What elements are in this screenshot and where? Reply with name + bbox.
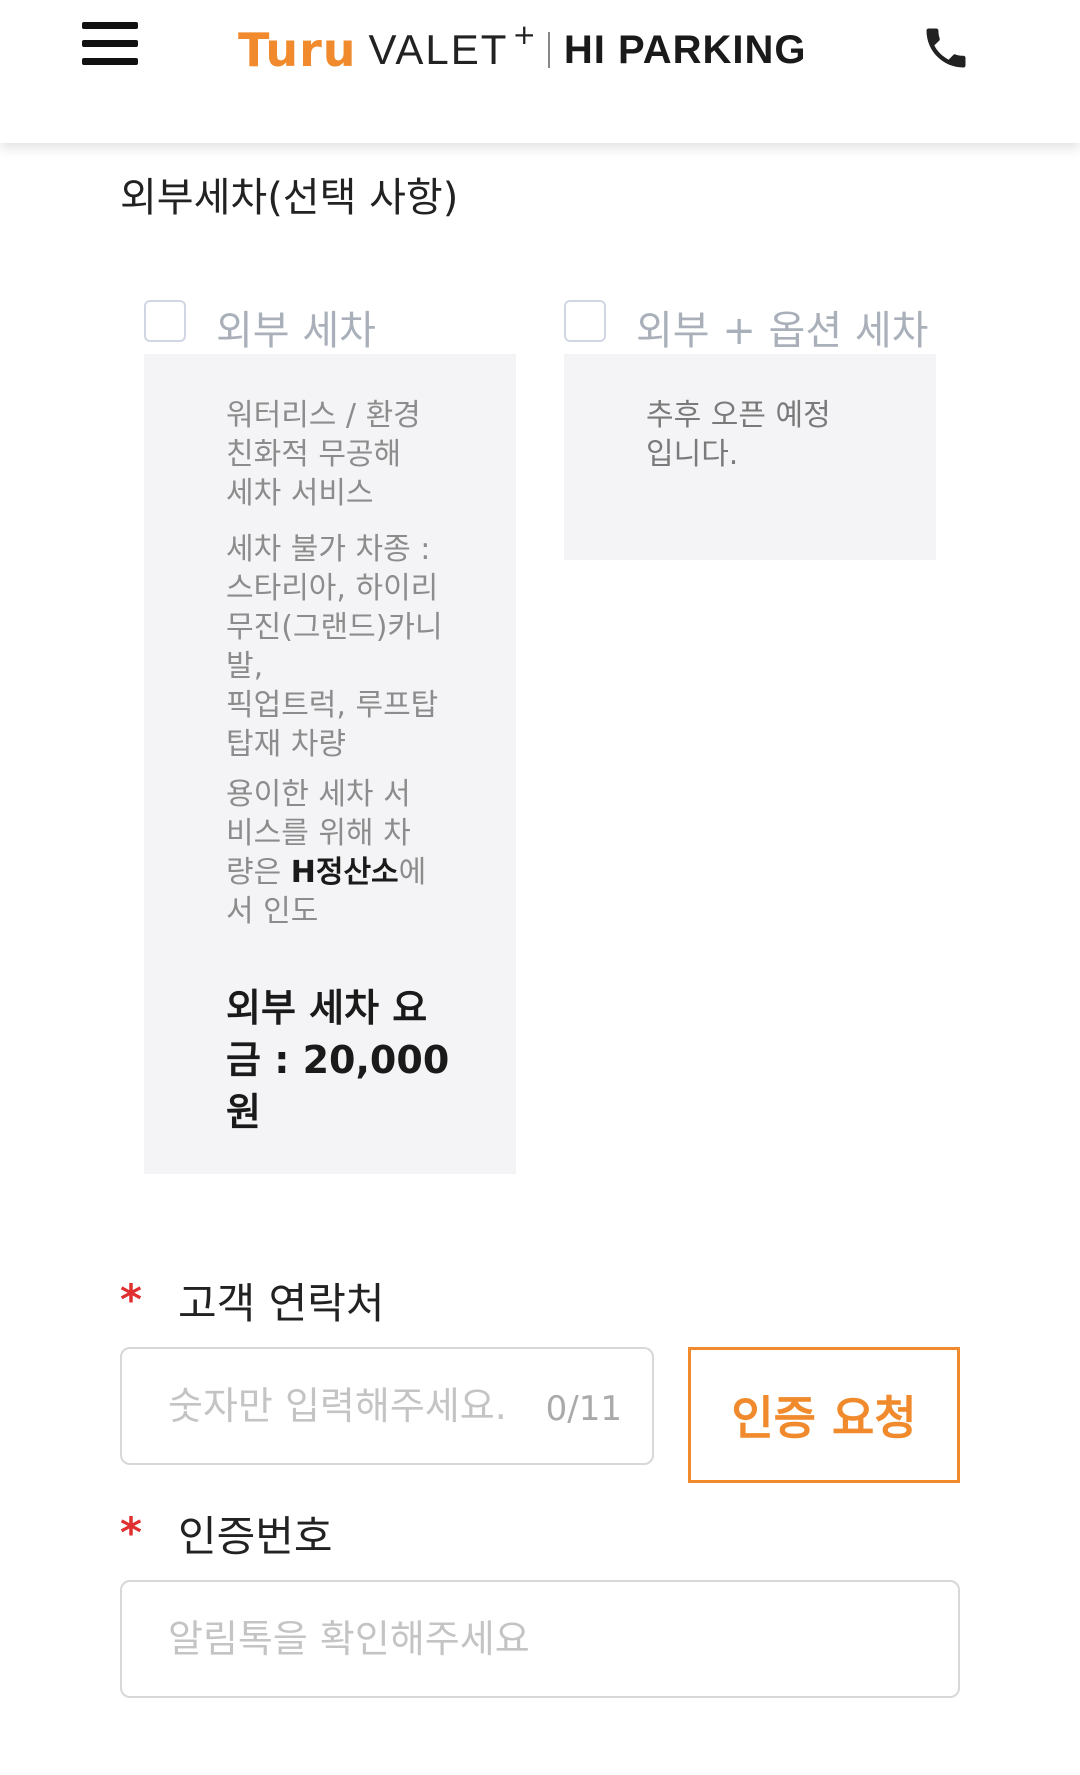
price-line: 외부 세차 요 xyxy=(226,986,428,1030)
brand-divider xyxy=(547,32,550,68)
card-desc-line: 워터리스 / 환경 xyxy=(226,398,421,433)
hamburger-menu-icon[interactable] xyxy=(80,22,140,72)
note-highlight: H정산소 xyxy=(290,855,399,890)
code-field-label: 인증번호 xyxy=(178,1512,333,1561)
phone-input-box: 0/11 xyxy=(120,1347,654,1465)
option-exterior-plus-wash-checkbox[interactable] xyxy=(564,300,606,342)
card-desc-line: 세차 서비스 xyxy=(226,476,374,511)
card-desc-line: 탑재 차량 xyxy=(226,727,346,762)
card-desc-block: 워터리스 / 환경 친화적 무공해 세차 서비스 xyxy=(226,396,421,513)
card-desc-line: 입니다. xyxy=(646,437,739,472)
card-desc-line: 추후 오픈 예정 xyxy=(646,398,831,433)
brand-valet: VALET xyxy=(368,26,509,73)
option-exterior-wash-checkbox[interactable] xyxy=(144,300,186,342)
card-desc-line: 비스를 위해 차 xyxy=(226,816,411,851)
card-desc-line: 스타리아, 하이리 xyxy=(226,571,439,606)
card-desc-line: 픽업트럭, 루프탑 xyxy=(226,688,439,723)
card-desc-line: 용이한 세차 서 xyxy=(226,777,411,812)
section-title: 외부세차(선택 사항) xyxy=(120,175,459,221)
brand-hiparking: HI PARKING xyxy=(563,27,807,72)
brand-logo[interactable]: Turu VALET + HI PARKING xyxy=(238,18,807,82)
brand-turu: Turu xyxy=(238,23,357,77)
verification-code-input[interactable] xyxy=(122,1582,958,1696)
card-desc-block: 추후 오픈 예정 입니다. xyxy=(646,396,831,474)
card-desc-line: 량은 H정산소에 xyxy=(226,853,426,892)
card-desc-line: 무진(그랜드)카니 xyxy=(226,610,443,645)
required-mark: * xyxy=(120,1508,142,1557)
card-price: 외부 세차 요 금 : 20,000 원 xyxy=(226,982,449,1138)
option-exterior-wash-card: 워터리스 / 환경 친화적 무공해 세차 서비스 세차 불가 차종 : 스타리아… xyxy=(144,354,516,1174)
request-verification-button[interactable]: 인증 요청 xyxy=(688,1347,960,1483)
card-desc-line: 발, xyxy=(226,649,264,684)
option-exterior-plus-wash-label[interactable]: 외부 + 옵션 세차 xyxy=(636,298,928,356)
card-restriction-block: 세차 불가 차종 : 스타리아, 하이리 무진(그랜드)카니 발, 픽업트럭, … xyxy=(226,530,443,764)
card-desc-line: 친화적 무공해 xyxy=(226,437,402,472)
price-line: 원 xyxy=(226,1090,261,1134)
note-text: 량은 xyxy=(226,855,291,890)
brand-plus: + xyxy=(512,17,536,51)
card-desc-line: 서 인도 xyxy=(226,894,319,929)
card-desc-line: 세차 불가 차종 : xyxy=(226,532,431,567)
option-exterior-wash-label[interactable]: 외부 세차 xyxy=(216,298,376,356)
card-note-block: 용이한 세차 서 비스를 위해 차 량은 H정산소에 서 인도 xyxy=(226,775,426,931)
phone-icon[interactable] xyxy=(920,22,972,74)
phone-char-counter: 0/11 xyxy=(545,1389,622,1429)
required-mark: * xyxy=(120,1275,142,1324)
option-exterior-plus-wash-card: 추후 오픈 예정 입니다. xyxy=(564,354,936,560)
price-line: 금 : 20,000 xyxy=(226,1038,450,1082)
note-text: 에 xyxy=(398,855,427,890)
phone-field-label: 고객 연락처 xyxy=(178,1279,385,1328)
code-input-box xyxy=(120,1580,960,1698)
app-header: Turu VALET + HI PARKING xyxy=(0,0,1080,143)
